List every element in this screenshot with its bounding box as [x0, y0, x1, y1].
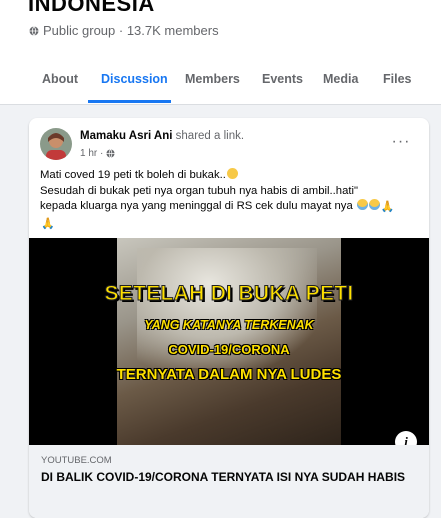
link-domain: YOUTUBE.COM	[41, 455, 112, 466]
video-thumbnail[interactable]: SETELAH DI BUKA PETI YANG KATANYA TERKEN…	[29, 238, 429, 445]
post-author[interactable]: Mamaku Asri Ani	[80, 130, 172, 142]
tab-members[interactable]: Members	[185, 72, 240, 86]
overlay-line: TERNYATA DALAM NYA LUDES	[116, 366, 342, 383]
post-text-line: Sesudah di bukak peti nya organ tubuh ny…	[40, 184, 359, 197]
overlay-line: YANG KATANYA TERKENAK	[144, 318, 314, 332]
group-member-count: Public group · 13.7K members	[43, 23, 219, 38]
post-text: Mati coved 19 peti tk boleh di bukak.. S…	[40, 168, 420, 232]
group-tabs: About Discussion Members Events Media Fi…	[0, 60, 441, 104]
post-text-line: Mati coved 19 peti tk boleh di bukak..	[40, 169, 226, 181]
avatar[interactable]	[40, 128, 72, 160]
more-options-icon[interactable]: ···	[389, 133, 413, 150]
crying-face-emoji	[368, 199, 380, 210]
tab-discussion[interactable]: Discussion	[101, 72, 168, 86]
link-title[interactable]: DI BALIK COVID-19/CORONA TERNYATA ISI NY…	[41, 470, 411, 484]
video-overlay-text: SETELAH DI BUKA PETI YANG KATANYA TERKEN…	[29, 238, 429, 445]
post-text-line: kepada kluarga nya yang meninggal di RS …	[40, 200, 353, 212]
post-card: Mamaku Asri Ani shared a link. 1 hr · ··…	[29, 118, 429, 518]
globe-icon	[29, 25, 39, 36]
post-action: shared a link.	[175, 130, 245, 142]
globe-icon	[106, 149, 115, 158]
tab-media[interactable]: Media	[323, 72, 358, 86]
overlay-line: COVID-19/CORONA	[168, 342, 290, 357]
group-title[interactable]: INDONESIA	[28, 0, 155, 17]
grinning-sweat-emoji	[226, 168, 238, 179]
post-header: Mamaku Asri Ani shared a link.	[80, 130, 244, 142]
group-meta: Public group · 13.7K members	[29, 23, 219, 38]
tab-about[interactable]: About	[42, 72, 78, 86]
link-preview[interactable]: YOUTUBE.COM DI BALIK COVID-19/CORONA TER…	[29, 445, 429, 518]
post-timestamp[interactable]: 1 hr ·	[80, 148, 103, 159]
crying-face-emoji	[356, 199, 368, 210]
group-header: INDONESIA Public group · 13.7K members A…	[0, 0, 441, 105]
folded-hands-emoji: 🙏	[41, 217, 55, 230]
active-tab-indicator	[88, 100, 171, 103]
tab-files[interactable]: Files	[383, 72, 412, 86]
tab-events[interactable]: Events	[262, 72, 303, 86]
post-meta: 1 hr ·	[80, 148, 115, 159]
overlay-line: SETELAH DI BUKA PETI	[104, 282, 354, 306]
folded-hands-emoji: 🙏	[380, 201, 395, 213]
